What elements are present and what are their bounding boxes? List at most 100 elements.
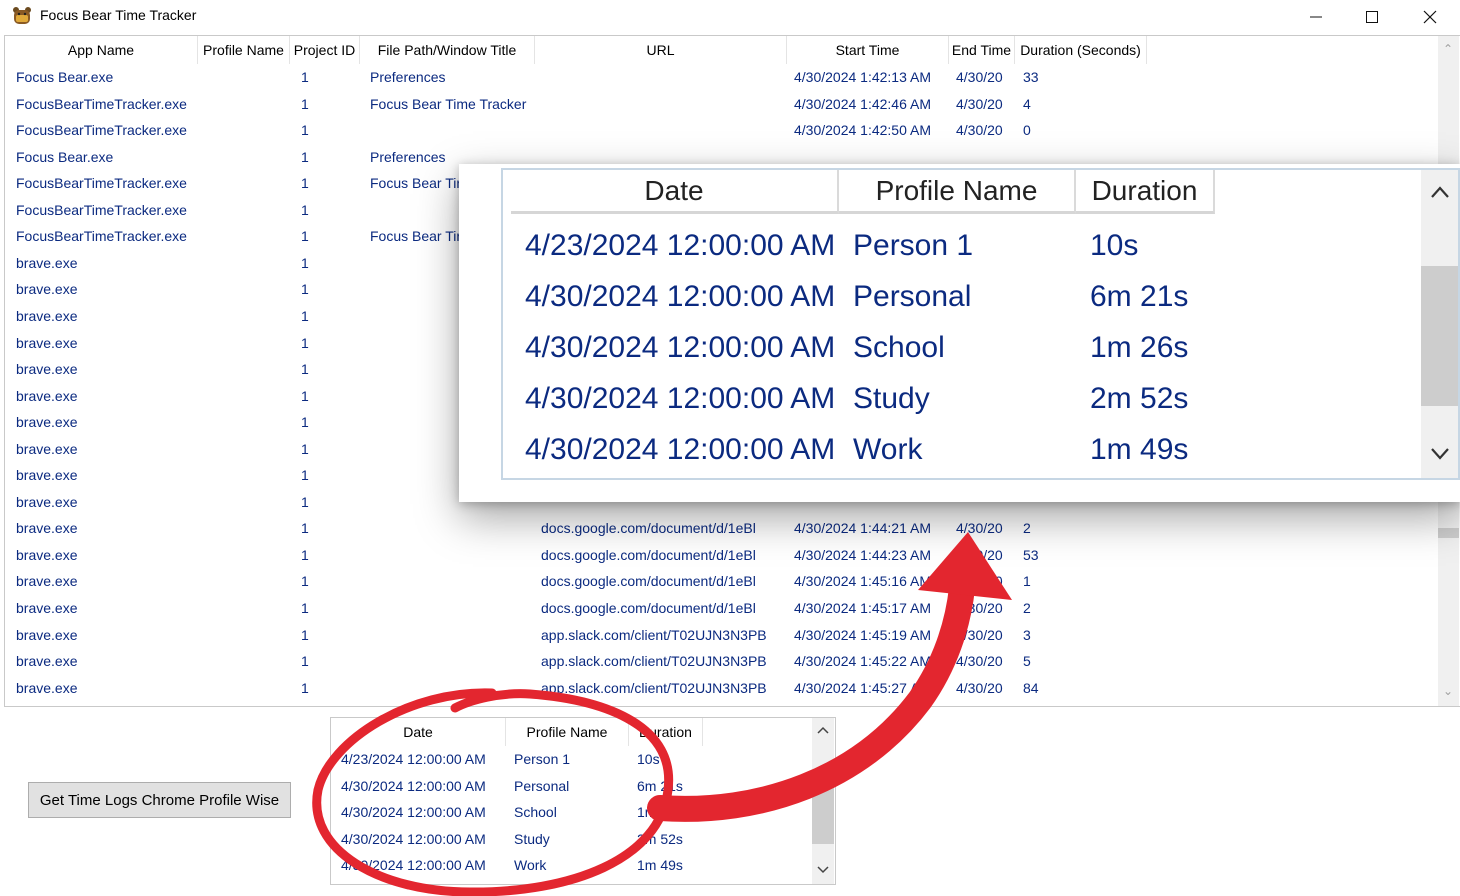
cell-app-name[interactable]: brave.exe: [16, 383, 203, 409]
cell-end-time[interactable]: 4/30/20: [956, 648, 1016, 674]
scrollbar-thumb[interactable]: [812, 774, 834, 844]
cell-app-name[interactable]: brave.exe: [16, 330, 203, 356]
cell-app-name[interactable]: brave.exe: [16, 568, 203, 594]
cell-url[interactable]: app.slack.com/client/T02UJN3N3PB: [541, 622, 787, 648]
cell-project-id[interactable]: 1: [301, 409, 365, 435]
cell-duration[interactable]: 1m 26s: [637, 799, 683, 825]
cell-project-id[interactable]: 1: [301, 436, 365, 462]
cell-file-path[interactable]: Focus Bear Time Tracker: [370, 91, 539, 117]
cell-app-name[interactable]: brave.exe: [16, 409, 203, 435]
cell-project-id[interactable]: 1: [301, 303, 365, 329]
cell-start-time[interactable]: 4/30/2024 1:42:46 AM: [794, 91, 950, 117]
cell-project-id[interactable]: 1: [301, 250, 365, 276]
cell-profile-name[interactable]: Personal: [514, 773, 569, 799]
cell-end-time[interactable]: 4/30/20: [956, 117, 1016, 143]
column-header-end-time[interactable]: End Time: [949, 36, 1015, 64]
cell-duration[interactable]: 33: [1023, 64, 1149, 90]
cell-app-name[interactable]: FocusBearTimeTracker.exe: [16, 170, 203, 196]
cell-url[interactable]: app.slack.com/client/T02UJN3N3PB: [541, 648, 787, 674]
cell-app-name[interactable]: brave.exe: [16, 462, 203, 488]
cell-end-time[interactable]: 4/30/20: [956, 595, 1016, 621]
cell-project-id[interactable]: 1: [301, 383, 365, 409]
cell-app-name[interactable]: brave.exe: [16, 542, 203, 568]
cell-end-time[interactable]: 4/30/20: [956, 64, 1016, 90]
column-header-date[interactable]: Date: [331, 718, 506, 746]
cell-project-id[interactable]: 1: [301, 542, 365, 568]
cell-url[interactable]: docs.google.com/document/d/1eBl: [541, 595, 787, 621]
cell-duration[interactable]: 6m 21s: [637, 773, 683, 799]
cell-app-name[interactable]: FocusBearTimeTracker.exe: [16, 91, 203, 117]
cell-app-name[interactable]: brave.exe: [16, 648, 203, 674]
cell-project-id[interactable]: 1: [301, 675, 365, 701]
column-header-duration[interactable]: Duration: [629, 718, 703, 746]
cell-project-id[interactable]: 1: [301, 622, 365, 648]
cell-project-id[interactable]: 1: [301, 568, 365, 594]
profile-list-scrollbar[interactable]: [812, 718, 834, 884]
cell-project-id[interactable]: 1: [301, 356, 365, 382]
cell-duration[interactable]: 1m 49s: [637, 852, 683, 878]
cell-duration[interactable]: 0: [1023, 117, 1149, 143]
cell-start-time[interactable]: 4/30/2024 1:45:27 AM: [794, 675, 950, 701]
minimize-button[interactable]: [1287, 0, 1345, 33]
cell-profile-name[interactable]: Person 1: [514, 746, 570, 772]
column-header-app-name[interactable]: App Name: [5, 36, 198, 64]
cell-start-time[interactable]: 4/30/2024 1:44:23 AM: [794, 542, 950, 568]
column-header-profile-name[interactable]: Profile Name: [198, 36, 290, 64]
column-header-file-path[interactable]: File Path/Window Title: [360, 36, 535, 64]
cell-app-name[interactable]: Focus Bear.exe: [16, 64, 203, 90]
chevron-up-icon[interactable]: [817, 726, 829, 734]
chevron-up-icon[interactable]: ⌃: [1443, 42, 1453, 56]
cell-project-id[interactable]: 1: [301, 515, 365, 541]
scrollbar-thumb[interactable]: [1438, 528, 1459, 538]
cell-duration[interactable]: 5: [1023, 648, 1149, 674]
cell-app-name[interactable]: brave.exe: [16, 276, 203, 302]
cell-project-id[interactable]: 1: [301, 170, 365, 196]
cell-duration[interactable]: 3: [1023, 622, 1149, 648]
cell-start-time[interactable]: 4/30/2024 1:45:22 AM: [794, 648, 950, 674]
cell-project-id[interactable]: 1: [301, 91, 365, 117]
cell-end-time[interactable]: 4/30/20: [956, 91, 1016, 117]
cell-app-name[interactable]: brave.exe: [16, 489, 203, 515]
cell-app-name[interactable]: FocusBearTimeTracker.exe: [16, 223, 203, 249]
cell-file-path[interactable]: Preferences: [370, 64, 539, 90]
cell-app-name[interactable]: brave.exe: [16, 675, 203, 701]
cell-duration[interactable]: 10s: [637, 746, 660, 772]
cell-project-id[interactable]: 1: [301, 223, 365, 249]
cell-app-name[interactable]: brave.exe: [16, 250, 203, 276]
cell-project-id[interactable]: 1: [301, 276, 365, 302]
chevron-down-icon[interactable]: [817, 866, 829, 874]
get-time-logs-button[interactable]: Get Time Logs Chrome Profile Wise: [28, 782, 291, 818]
cell-date[interactable]: 4/23/2024 12:00:00 AM: [341, 746, 486, 772]
close-button[interactable]: [1401, 0, 1459, 33]
column-header-url[interactable]: URL: [535, 36, 787, 64]
cell-profile-name[interactable]: Work: [514, 852, 546, 878]
cell-duration[interactable]: 4: [1023, 91, 1149, 117]
cell-project-id[interactable]: 1: [301, 648, 365, 674]
cell-app-name[interactable]: brave.exe: [16, 303, 203, 329]
cell-app-name[interactable]: brave.exe: [16, 622, 203, 648]
cell-project-id[interactable]: 1: [301, 64, 365, 90]
cell-start-time[interactable]: 4/30/2024 1:42:50 AM: [794, 117, 950, 143]
cell-project-id[interactable]: 1: [301, 197, 365, 223]
cell-project-id[interactable]: 1: [301, 117, 365, 143]
cell-duration[interactable]: 84: [1023, 675, 1149, 701]
column-header-project-id[interactable]: Project ID: [290, 36, 360, 64]
profile-summary-list[interactable]: Date Profile Name Duration 4/23/2024 12:00…: [330, 717, 836, 885]
cell-duration[interactable]: 2: [1023, 515, 1149, 541]
column-header-duration[interactable]: Duration (Seconds): [1015, 36, 1147, 64]
cell-project-id[interactable]: 1: [301, 144, 365, 170]
cell-start-time[interactable]: 4/30/2024 1:44:21 AM: [794, 515, 950, 541]
cell-date[interactable]: 4/30/2024 12:00:00 AM: [341, 826, 486, 852]
cell-end-time[interactable]: 4/30/20: [956, 515, 1016, 541]
cell-app-name[interactable]: Focus Bear.exe: [16, 144, 203, 170]
cell-profile-name[interactable]: Study: [514, 826, 550, 852]
cell-project-id[interactable]: 1: [301, 462, 365, 488]
cell-duration[interactable]: 1: [1023, 568, 1149, 594]
cell-start-time[interactable]: 4/30/2024 1:45:19 AM: [794, 622, 950, 648]
cell-end-time[interactable]: 4/30/20: [956, 542, 1016, 568]
column-header-profile-name[interactable]: Profile Name: [506, 718, 629, 746]
cell-date[interactable]: 4/30/2024 12:00:00 AM: [341, 773, 486, 799]
cell-project-id[interactable]: 1: [301, 595, 365, 621]
cell-start-time[interactable]: 4/30/2024 1:45:17 AM: [794, 595, 950, 621]
cell-project-id[interactable]: 1: [301, 330, 365, 356]
